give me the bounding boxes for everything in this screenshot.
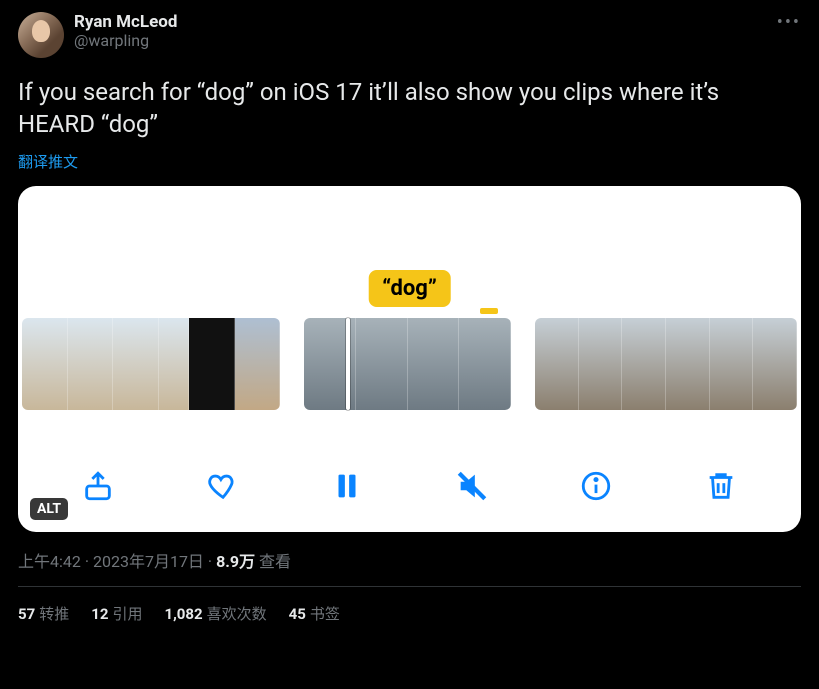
tweet-meta: 上午4:42 · 2023年7月17日 · 8.9万 查看: [18, 548, 801, 572]
highlight-tag: “dog”: [368, 270, 451, 307]
clip-thumb: [113, 318, 159, 410]
date[interactable]: 2023年7月17日: [93, 552, 204, 571]
clip-thumb: [159, 318, 189, 410]
clip-thumb: [189, 318, 235, 410]
separator: ·: [204, 552, 216, 571]
clip-thumb: [753, 318, 797, 410]
clip-thumb: [408, 318, 460, 410]
author-block[interactable]: Ryan McLeod @warpling: [74, 12, 177, 50]
tweet-container: Ryan McLeod @warpling ••• If you search …: [0, 0, 819, 624]
clip-group[interactable]: [304, 318, 511, 410]
stat-retweets[interactable]: 57转推: [18, 603, 69, 624]
alt-button[interactable]: ALT: [30, 498, 68, 520]
clip-thumb: [459, 318, 511, 410]
clip-group[interactable]: [535, 318, 797, 410]
clip-thumb: [579, 318, 623, 410]
mute-icon[interactable]: [452, 466, 492, 506]
stat-quotes[interactable]: 12引用: [91, 603, 142, 624]
video-timeline[interactable]: [18, 318, 801, 410]
tweet-header: Ryan McLeod @warpling •••: [18, 12, 801, 58]
likes-count: 1,082: [164, 605, 202, 623]
bookmarks-label: 书签: [310, 605, 340, 623]
share-icon[interactable]: [78, 466, 118, 506]
clip-thumb: [356, 318, 408, 410]
playhead[interactable]: [346, 318, 350, 410]
quotes-label: 引用: [112, 605, 142, 623]
clip-thumb: [235, 318, 281, 410]
separator: ·: [81, 552, 93, 571]
time[interactable]: 上午4:42: [18, 552, 81, 571]
heart-icon[interactable]: [203, 466, 243, 506]
clip-thumb: [622, 318, 666, 410]
retweets-label: 转推: [39, 605, 69, 623]
highlight-tick: [480, 308, 498, 314]
media-card[interactable]: “dog”: [18, 186, 801, 532]
views-label: 查看: [255, 552, 291, 571]
stat-bookmarks[interactable]: 45书签: [289, 603, 340, 624]
views-count: 8.9万: [216, 552, 255, 571]
clip-thumb: [22, 318, 68, 410]
media-toolbar: [18, 466, 801, 506]
trash-icon[interactable]: [701, 466, 741, 506]
pause-icon[interactable]: [327, 466, 367, 506]
tweet-body: If you search for “dog” on iOS 17 it’ll …: [18, 76, 801, 141]
quotes-count: 12: [91, 605, 108, 623]
bookmarks-count: 45: [289, 605, 306, 623]
info-icon[interactable]: [576, 466, 616, 506]
tweet-stats: 57转推 12引用 1,082 喜欢次数 45书签: [18, 587, 801, 624]
clip-group[interactable]: [22, 318, 280, 410]
clip-thumb: [666, 318, 710, 410]
retweets-count: 57: [18, 605, 35, 623]
avatar[interactable]: [18, 12, 64, 58]
stat-likes[interactable]: 1,082 喜欢次数: [164, 603, 266, 624]
clip-thumb: [710, 318, 754, 410]
translate-link[interactable]: 翻译推文: [18, 151, 801, 172]
display-name: Ryan McLeod: [74, 12, 177, 32]
more-icon[interactable]: •••: [777, 12, 801, 33]
likes-label: 喜欢次数: [207, 605, 267, 623]
handle: @warpling: [74, 31, 177, 50]
clip-thumb: [68, 318, 114, 410]
clip-thumb: [535, 318, 579, 410]
